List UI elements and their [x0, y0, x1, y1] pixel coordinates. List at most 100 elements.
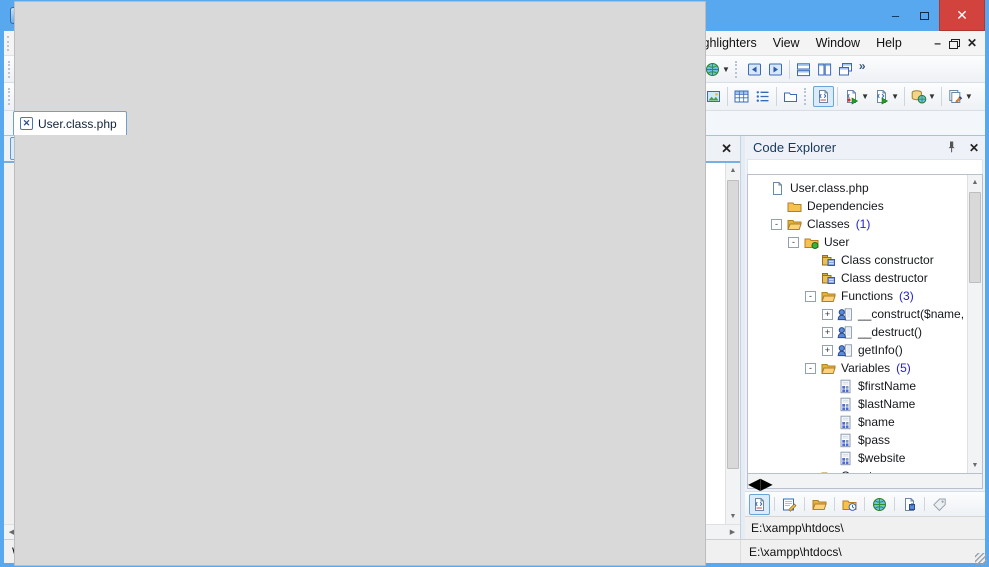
insert-table-icon: [733, 88, 750, 105]
collapse-icon[interactable]: -: [771, 219, 782, 230]
code-explorer-panel: Code Explorer ✕ User.class.phpDependenci…: [745, 136, 985, 539]
snippets-tab-button[interactable]: [839, 494, 860, 515]
expand-icon[interactable]: +: [822, 327, 833, 338]
tree-item-lastname[interactable]: $lastName: [748, 395, 967, 413]
tag-tab-button[interactable]: [929, 494, 950, 515]
menu-item-window[interactable]: Window: [808, 33, 868, 53]
dropdown-arrow-icon[interactable]: ▼: [891, 92, 899, 101]
tree-scroll-down-icon[interactable]: ▼: [968, 458, 982, 473]
tree-item-class-constructor[interactable]: Class constructor: [748, 251, 967, 269]
folder-outline-button[interactable]: [780, 86, 801, 107]
tree-item-user[interactable]: -User: [748, 233, 967, 251]
tree-item-firstname[interactable]: $firstName: [748, 377, 967, 395]
map-tab-icon: [901, 496, 918, 513]
tree-item-website[interactable]: $website: [748, 449, 967, 467]
next-tab-button[interactable]: [765, 59, 786, 80]
mdi-restore-button[interactable]: [949, 39, 959, 48]
tree-item-pass[interactable]: $pass: [748, 431, 967, 449]
variable-icon: [837, 414, 854, 431]
insert-list-icon: [754, 88, 771, 105]
pin-icon[interactable]: [943, 139, 960, 156]
tree-item-consts[interactable]: Consts: [748, 467, 967, 473]
toolbar-overflow-icon[interactable]: »: [859, 59, 866, 73]
web-tab-button[interactable]: [869, 494, 890, 515]
app-window: phpDesigner 8 - [E:\xampp\htdocs\User.cl…: [0, 0, 989, 567]
variable-icon: [837, 450, 854, 467]
style-editor-button[interactable]: ▼: [945, 86, 975, 107]
menu-item-help[interactable]: Help: [868, 33, 910, 53]
map-tab-button[interactable]: [899, 494, 920, 515]
cascade-windows-button[interactable]: [835, 59, 856, 80]
collapse-icon[interactable]: -: [788, 237, 799, 248]
code-explorer-tab-button[interactable]: [749, 494, 770, 515]
browser-preview-button[interactable]: ▼: [702, 59, 732, 80]
insert-image-button[interactable]: [703, 86, 724, 107]
toolbar-separator: [941, 87, 942, 106]
dropdown-arrow-icon[interactable]: ▼: [928, 92, 936, 101]
toolbar-grip[interactable]: [8, 88, 13, 105]
tree-item-class-destructor[interactable]: Class destructor: [748, 269, 967, 287]
folder-open-icon: [820, 288, 837, 305]
menu-item-view[interactable]: View: [765, 33, 808, 53]
tree-item-user-class-php[interactable]: User.class.php: [748, 179, 967, 197]
browser-preview-icon: [704, 61, 721, 78]
maximize-icon: [920, 12, 929, 20]
toolbar-separator: [774, 497, 775, 511]
collapse-icon[interactable]: -: [805, 291, 816, 302]
tree-item-count: (5): [896, 361, 911, 375]
dropdown-arrow-icon[interactable]: ▼: [861, 92, 869, 101]
split-vertical-button[interactable]: [814, 59, 835, 80]
resize-grip[interactable]: [975, 553, 987, 565]
tree-item-classes[interactable]: -Classes(1): [748, 215, 967, 233]
tree-scroll-up-icon[interactable]: ▲: [968, 175, 982, 190]
tree-item-label: $name: [858, 415, 895, 429]
tree-item-destruct[interactable]: +__destruct(): [748, 323, 967, 341]
tree-item-label: $firstName: [858, 379, 916, 393]
editor-vertical-scrollbar[interactable]: ▲ ▼: [725, 163, 740, 524]
dropdown-arrow-icon[interactable]: ▼: [722, 65, 730, 74]
code-view-close-icon[interactable]: ✕: [721, 141, 732, 157]
tree-item-getinfo[interactable]: +getInfo(): [748, 341, 967, 359]
tree-scroll-right-icon[interactable]: ▶: [760, 474, 772, 488]
insert-list-button[interactable]: [752, 86, 773, 107]
panel-close-icon[interactable]: ✕: [969, 141, 979, 155]
close-button[interactable]: ✕: [939, 0, 985, 31]
split-horizontal-button[interactable]: [793, 59, 814, 80]
tree-item-construct-name-pas[interactable]: +__construct($name, $pas: [748, 305, 967, 323]
toolbar-grip[interactable]: [8, 61, 13, 78]
debug-script-button[interactable]: ▼: [841, 86, 871, 107]
run-script-button[interactable]: ▼: [871, 86, 901, 107]
toolbar-grip[interactable]: [804, 88, 809, 105]
minimize-button[interactable]: –: [881, 0, 910, 31]
scroll-up-icon[interactable]: ▲: [726, 163, 740, 178]
tab-user.class.php[interactable]: ✕User.class.php: [13, 111, 127, 135]
dropdown-arrow-icon[interactable]: ▼: [965, 92, 973, 101]
folder-icon: [786, 198, 803, 215]
php-browser-button[interactable]: ▼: [908, 86, 938, 107]
toolbar-separator: [904, 87, 905, 106]
folder-open-icon: [820, 360, 837, 377]
previous-tab-button[interactable]: [744, 59, 765, 80]
tab-close-icon[interactable]: ✕: [20, 117, 33, 130]
editor-tab-button[interactable]: [779, 494, 800, 515]
expand-icon[interactable]: +: [822, 309, 833, 320]
mdi-close-button[interactable]: ✕: [967, 36, 977, 50]
toolbar-grip[interactable]: [735, 61, 740, 78]
scroll-down-icon[interactable]: ▼: [726, 509, 740, 524]
tree-item-dependencies[interactable]: Dependencies: [748, 197, 967, 215]
maximize-button[interactable]: [910, 0, 939, 31]
tree-horizontal-scrollbar[interactable]: ◀ ▶: [747, 474, 983, 489]
tree-vertical-scrollbar[interactable]: ▲ ▼: [967, 175, 982, 473]
tree-scroll-left-icon[interactable]: ◀: [748, 474, 760, 488]
working-path-status: E:\xampp\htdocs\: [741, 540, 985, 563]
tree-item-name[interactable]: $name: [748, 413, 967, 431]
tree-item-variables[interactable]: -Variables(5): [748, 359, 967, 377]
expand-icon[interactable]: +: [822, 345, 833, 356]
tree-item-functions[interactable]: -Functions(3): [748, 287, 967, 305]
file-browser-tab-button[interactable]: [809, 494, 830, 515]
scroll-right-icon[interactable]: ▶: [725, 525, 740, 539]
code-view-button[interactable]: [813, 86, 834, 107]
collapse-icon[interactable]: -: [805, 363, 816, 374]
mdi-minimize-button[interactable]: –: [934, 36, 941, 50]
insert-table-button[interactable]: [731, 86, 752, 107]
